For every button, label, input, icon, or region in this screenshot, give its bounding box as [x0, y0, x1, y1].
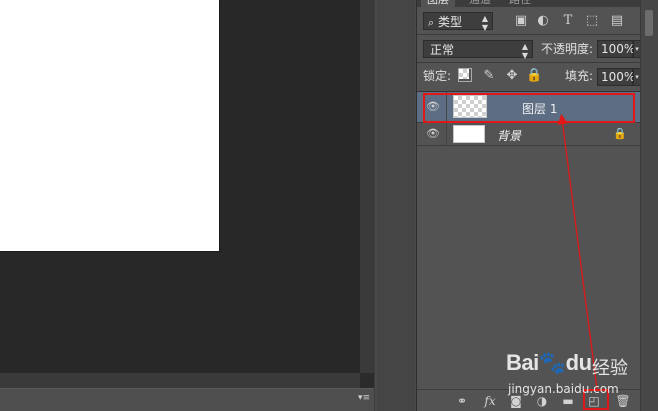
new-layer-icon[interactable]: ◰ [585, 393, 603, 409]
search-icon: ⌕ [428, 16, 435, 29]
fill-field[interactable]: 100% [597, 68, 635, 86]
smart-object-filter-icon[interactable]: ▤ [609, 13, 625, 29]
status-bar: ▾≡ [0, 388, 374, 411]
new-group-icon[interactable]: ▬ [559, 393, 577, 409]
divider [417, 62, 641, 63]
lock-transparent-pixels-icon[interactable] [458, 68, 472, 82]
tab-channels[interactable]: 通道 [463, 0, 497, 7]
eye-icon[interactable]: 👁 [425, 127, 441, 141]
blend-row: 正常 ▲ ▼ 不透明度: 100% ▾ [417, 36, 641, 62]
layer-row-layer-1[interactable]: 👁 图层 1 [417, 92, 641, 123]
fx-icon[interactable]: fx [481, 393, 499, 409]
horizontal-scrollbar[interactable] [0, 373, 360, 388]
divider [417, 34, 641, 35]
select-arrows-icon: ▲ ▼ [521, 42, 528, 60]
lock-position-icon[interactable]: ✥ [504, 68, 520, 84]
layer-thumbnail [453, 125, 485, 143]
shape-filter-icon[interactable]: ⬚ [584, 13, 600, 29]
status-menu-icon[interactable]: ▾≡ [358, 393, 370, 403]
document-canvas[interactable] [0, 0, 219, 251]
type-filter-icon[interactable]: T [560, 13, 576, 29]
layers-bottom-toolbar: ⚭ fx ◙ ◑ ▬ ◰ 🗑 [417, 389, 641, 411]
canvas-area[interactable] [0, 0, 360, 373]
eye-icon[interactable]: 👁 [425, 100, 441, 114]
blend-mode-select[interactable]: 正常 ▲ ▼ [423, 40, 533, 60]
fill-label: 填充: [565, 69, 594, 83]
image-filter-icon[interactable]: ▣ [513, 13, 529, 29]
tab-layers[interactable]: 图层 [421, 0, 455, 7]
layers-panel: 图层 通道 路径 ⌕ 类型 ▲▼ ▣ ◐ T ⬚ ▤ 正常 ▲▼ 不透明度: 1… [416, 0, 641, 411]
filter-kind-label: 类型 [438, 15, 463, 29]
delete-layer-icon[interactable]: 🗑 [614, 393, 632, 409]
panel-scrollbar-thumb[interactable] [645, 10, 653, 36]
layer-name[interactable]: 背景 [497, 127, 521, 144]
lock-row: 锁定: ✎ ✥ 🔒 填充: 100% ▾ [417, 64, 641, 90]
collapsed-panel-strip [377, 0, 415, 411]
panel-tab-bar: 图层 通道 路径 [417, 0, 641, 7]
lock-icon: 🔒 [613, 127, 627, 140]
opacity-field[interactable]: 100% [597, 40, 635, 58]
tab-paths[interactable]: 路径 [503, 0, 537, 7]
panel-scrollbar[interactable] [640, 0, 658, 411]
adjustment-filter-icon[interactable]: ◐ [535, 13, 551, 29]
blend-mode-value: 正常 [430, 43, 455, 57]
visibility-column: 👁 [417, 92, 447, 122]
add-mask-icon[interactable]: ◙ [507, 393, 525, 409]
lock-label: 锁定: [423, 69, 452, 83]
visibility-column: 👁 [417, 123, 447, 145]
lock-all-icon[interactable]: 🔒 [526, 68, 542, 84]
filter-kind-select[interactable]: ⌕ 类型 ▲ ▼ [423, 12, 493, 32]
vertical-scrollbar[interactable] [360, 0, 374, 373]
opacity-label: 不透明度: [541, 42, 594, 56]
layer-row-background[interactable]: 👁 背景 🔒 [417, 123, 641, 146]
link-layers-icon[interactable]: ⚭ [453, 393, 471, 409]
layer-name[interactable]: 图层 1 [522, 100, 557, 117]
layer-thumbnail [453, 95, 487, 118]
select-arrows-icon: ▲ ▼ [481, 14, 488, 32]
filter-row: ⌕ 类型 ▲ ▼ ▣ ◐ T ⬚ ▤ [417, 8, 641, 34]
adjustment-layer-icon[interactable]: ◑ [533, 393, 551, 409]
lock-image-pixels-icon[interactable]: ✎ [481, 68, 497, 84]
